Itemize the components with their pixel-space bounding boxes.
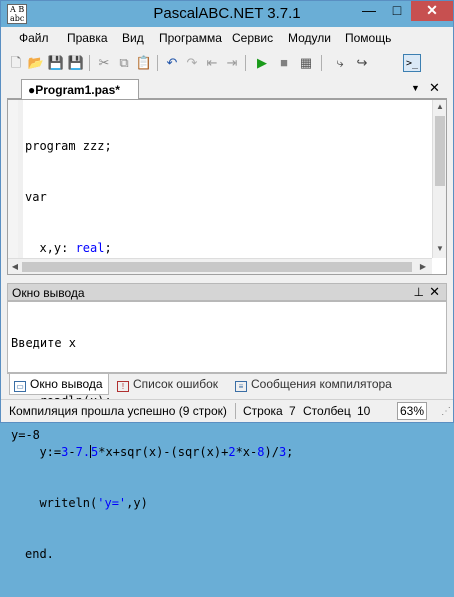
type-keyword: real — [75, 241, 105, 255]
output-line: Введите x — [11, 336, 77, 350]
tab-program1[interactable]: ●Program1.pas* — [21, 79, 139, 100]
menu-bar: Файл Правка Вид Программа Сервис Модули … — [1, 27, 453, 49]
close-tab-icon[interactable]: ✕ — [429, 80, 440, 96]
cut-icon[interactable]: ✂ — [95, 54, 113, 72]
menu-file[interactable]: Файл — [19, 31, 49, 45]
resize-grip-icon[interactable]: ⋰ — [441, 406, 451, 417]
scroll-up-icon[interactable]: ▲ — [433, 102, 447, 111]
column-value: 10 — [357, 404, 371, 418]
tab-error-list[interactable]: ! Список ошибок — [113, 374, 229, 395]
zoom-level[interactable]: 63% — [397, 402, 427, 420]
toolbar-separator — [245, 55, 246, 71]
code-line: end. — [25, 547, 54, 561]
maximize-button[interactable]: □ — [383, 1, 411, 21]
output-panel-title: Окно вывода — [12, 286, 85, 300]
vertical-scrollbar[interactable]: ▲ ▼ — [432, 100, 446, 258]
scroll-left-icon[interactable]: ◀ — [8, 262, 22, 271]
scroll-thumb[interactable] — [22, 262, 412, 272]
new-file-icon[interactable]: 🗋 — [7, 54, 25, 72]
redo-icon[interactable]: ↷ — [183, 54, 201, 72]
toolbar-separator — [157, 55, 158, 71]
close-panel-icon[interactable]: ✕ — [429, 284, 440, 300]
error-list-icon: ! — [117, 381, 129, 392]
code-editor[interactable]: program zzz; var x,y: real; begin writel… — [7, 99, 447, 561]
code-line-current: y:=3-7.5*x+sqr(x)-(sqr(x)+2*x-8)/3; — [25, 445, 294, 459]
menu-help[interactable]: Помощь — [345, 31, 391, 45]
menu-service[interactable]: Сервис — [232, 31, 273, 45]
stop-icon[interactable]: ■ — [275, 54, 293, 72]
code-line: var — [25, 190, 47, 204]
output-icon: ▭ — [14, 381, 26, 392]
minimize-button[interactable]: — — [355, 1, 383, 21]
tab-output-window[interactable]: ▭ Окно вывода — [9, 374, 109, 395]
tab-compiler-messages[interactable]: ≡ Сообщения компилятора — [231, 374, 401, 395]
tab-label: Список ошибок — [133, 377, 219, 391]
tab-label: Сообщения компилятора — [251, 377, 392, 391]
close-button[interactable]: ✕ — [411, 1, 453, 21]
change-bar — [18, 100, 23, 258]
outdent-icon[interactable]: ⇤ — [203, 54, 221, 72]
tab-label: Окно вывода — [30, 377, 103, 391]
column-label: Столбец — [303, 404, 351, 418]
code-line: writeln('y=',y) — [25, 496, 148, 510]
status-separator — [235, 403, 236, 419]
status-bar: Компиляция прошла успешно (9 строк) Стро… — [1, 399, 453, 421]
code-line: program zzz; — [25, 139, 112, 153]
step-over-icon[interactable]: ↪ — [353, 54, 371, 72]
title-bar[interactable]: A Babc PascalABC.NET 3.7.1 — □ ✕ — [1, 1, 453, 27]
output-panel-header: Окно вывода ⊥ ✕ — [7, 283, 447, 301]
code-line: x,y: real; — [25, 241, 112, 255]
run-icon[interactable]: ▶ — [253, 54, 271, 72]
editor-tab-strip: ●Program1.pas* ▼ ✕ — [7, 79, 447, 100]
compiler-messages-icon: ≡ — [235, 381, 247, 392]
indent-icon[interactable]: ⇥ — [223, 54, 241, 72]
ide-window: A Babc PascalABC.NET 3.7.1 — □ ✕ Файл Пр… — [0, 0, 454, 561]
menu-program[interactable]: Программа — [159, 31, 222, 45]
debug-icon[interactable]: ▦ — [297, 54, 315, 72]
scroll-thumb[interactable] — [435, 116, 445, 186]
menu-modules[interactable]: Модули — [288, 31, 331, 45]
step-into-icon[interactable]: ⤷ — [331, 54, 349, 72]
toolbar-separator — [89, 55, 90, 71]
output-console[interactable]: Введите x 2 y=-8 — [7, 301, 447, 442]
toolbar: 🗋 📂 💾 💾 ✂ ⧉ 📋 ↶ ↷ ⇤ ⇥ ▶ ■ ▦ ⤷ ↪ >_ — [1, 49, 453, 77]
pin-icon[interactable]: ⊥ — [414, 285, 424, 299]
output-line: y=-8 — [11, 428, 40, 442]
menu-view[interactable]: Вид — [122, 31, 144, 45]
status-message: Компиляция прошла успешно (9 строк) — [9, 404, 227, 418]
open-folder-icon[interactable]: 📂 — [27, 54, 45, 72]
menu-edit[interactable]: Правка — [67, 31, 108, 45]
horizontal-scrollbar[interactable]: ◀ ▶ — [8, 258, 432, 274]
line-label: Строка — [243, 404, 283, 418]
editor-gutter — [8, 100, 18, 258]
chevron-down-icon[interactable]: ▼ — [411, 83, 420, 93]
undo-icon[interactable]: ↶ — [163, 54, 181, 72]
save-all-icon[interactable]: 💾 — [67, 54, 85, 72]
scroll-right-icon[interactable]: ▶ — [416, 262, 430, 271]
scroll-down-icon[interactable]: ▼ — [433, 244, 447, 253]
bottom-tab-strip: ▭ Окно вывода ! Список ошибок ≡ Сообщения к… — [7, 373, 447, 395]
save-icon[interactable]: 💾 — [47, 54, 65, 72]
output-window-icon[interactable]: >_ — [403, 54, 421, 72]
line-value: 7 — [289, 404, 296, 418]
string-literal: 'y=' — [97, 496, 127, 510]
toolbar-separator — [321, 55, 322, 71]
copy-icon[interactable]: ⧉ — [115, 54, 133, 72]
paste-icon[interactable]: 📋 — [135, 54, 153, 72]
